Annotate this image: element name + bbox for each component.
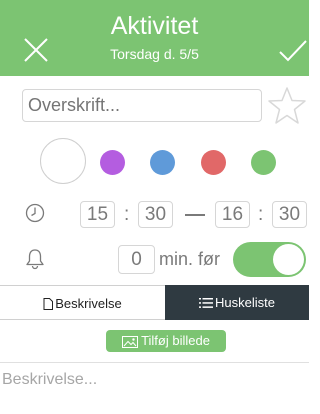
end-minute-field[interactable]: 30 [272,201,307,228]
title-input[interactable] [22,89,262,122]
description-placeholder: Beskrivelse... [2,371,98,388]
document-icon [43,298,54,310]
add-image-button[interactable]: Tilføj billede [106,330,226,352]
description-input[interactable]: Beskrivelse... [0,362,309,414]
time-range-dash [185,214,205,216]
color-option-white[interactable] [40,138,86,184]
page-title: Aktivitet [110,12,199,40]
add-image-label: Tilføj billede [141,333,210,348]
image-icon [122,336,139,348]
reminder-minutes-field[interactable]: 0 [118,245,155,274]
color-option-blue[interactable] [150,150,175,175]
tab-description-label: Beskrivelse [55,296,122,311]
clock-icon [25,203,45,223]
end-hour-field[interactable]: 16 [215,201,250,228]
time-separator: : [124,204,130,225]
reminder-toggle[interactable] [233,242,306,277]
color-option-purple[interactable] [100,150,125,175]
tab-checklist[interactable]: Huskeliste [165,285,309,320]
reminder-label: min. før [159,249,220,269]
color-option-red[interactable] [201,150,226,175]
check-icon[interactable] [278,38,308,64]
list-icon [199,298,214,308]
star-icon[interactable] [267,86,307,126]
color-option-green[interactable] [251,150,276,175]
tab-description[interactable]: Beskrivelse [0,285,165,320]
tab-checklist-label: Huskeliste [215,295,275,310]
toggle-knob [273,244,304,275]
header-bar: Aktivitet Torsdag d. 5/5 [0,0,309,76]
bell-icon [26,249,44,270]
time-separator: : [258,204,264,225]
start-hour-field[interactable]: 15 [80,201,115,228]
start-minute-field[interactable]: 30 [138,201,173,228]
page-date: Torsdag d. 5/5 [110,46,199,62]
